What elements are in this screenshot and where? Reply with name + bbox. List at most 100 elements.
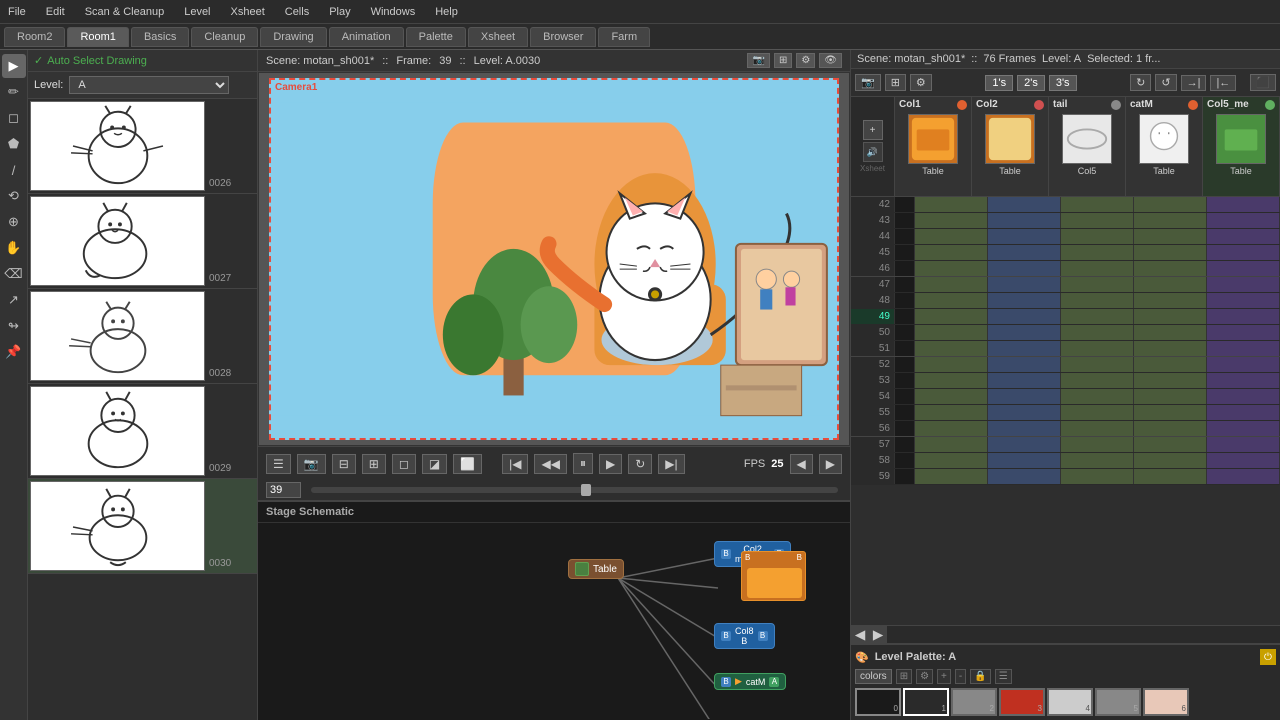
cell-col2-48[interactable] (988, 293, 1061, 308)
cell-col5me-44[interactable] (1207, 229, 1280, 244)
cell-col2-50[interactable] (988, 325, 1061, 340)
cell-col1-42[interactable] (915, 197, 988, 212)
xsheet-nav-next[interactable]: →| (1181, 75, 1207, 91)
pause-btn[interactable]: ⏸ (573, 453, 593, 474)
cell-col5me-48[interactable] (1207, 293, 1280, 308)
cell-col2-59[interactable] (988, 469, 1061, 484)
tab-palette[interactable]: Palette (406, 27, 466, 47)
cell-catm-52[interactable] (1134, 357, 1207, 372)
cell-catm-50[interactable] (1134, 325, 1207, 340)
cell-catm-53[interactable] (1134, 373, 1207, 388)
lightbox-btn[interactable]: ◪ (422, 454, 447, 474)
cell-catm-44[interactable] (1134, 229, 1207, 244)
add-col-btn[interactable]: + (863, 120, 883, 140)
cell-tail-47[interactable] (1061, 277, 1134, 292)
cell-col1-57[interactable] (915, 437, 988, 452)
menu-cells[interactable]: Cells (281, 4, 313, 20)
tab-browser[interactable]: Browser (530, 27, 596, 47)
catm-dot[interactable] (1188, 100, 1198, 110)
cell-tail-58[interactable] (1061, 453, 1134, 468)
cell-tail-56[interactable] (1061, 421, 1134, 436)
menu-play[interactable]: Play (325, 4, 354, 20)
cell-col2-49[interactable] (988, 309, 1061, 324)
eye-icon-btn[interactable]: 👁 (819, 53, 842, 68)
thumbnail-item-0026[interactable]: 0026 (28, 99, 257, 194)
cell-col5me-47[interactable] (1207, 277, 1280, 292)
cell-col5me-51[interactable] (1207, 341, 1280, 356)
cell-col2-47[interactable] (988, 277, 1061, 292)
cell-tail-42[interactable] (1061, 197, 1134, 212)
cell-col1-58[interactable] (915, 453, 988, 468)
thumbnail-item-0030[interactable]: 0030 (28, 479, 257, 574)
palette-add-btn[interactable]: + (937, 669, 951, 684)
cell-col5me-45[interactable] (1207, 245, 1280, 260)
cell-col1-54[interactable] (915, 389, 988, 404)
cell-col1-52[interactable] (915, 357, 988, 372)
col2-thumbnail[interactable] (985, 114, 1035, 164)
cell-col2-52[interactable] (988, 357, 1061, 372)
grid-view-btn[interactable]: ⊞ (362, 454, 386, 474)
rate-3s[interactable]: 3's (1049, 75, 1077, 91)
cell-col1-43[interactable] (915, 213, 988, 228)
cell-catm-48[interactable] (1134, 293, 1207, 308)
transform-tool[interactable]: ⟲ (2, 184, 26, 208)
cell-col2-53[interactable] (988, 373, 1061, 388)
xsheet-nav-rewind[interactable]: ↺ (1155, 74, 1176, 91)
step-back-btn[interactable]: ◀◀ (534, 454, 566, 474)
camera-icon-btn[interactable]: 📷 (747, 53, 769, 68)
cell-col5me-56[interactable] (1207, 421, 1280, 436)
cell-tail-50[interactable] (1061, 325, 1134, 340)
cell-col5me-46[interactable] (1207, 261, 1280, 276)
bender-tool[interactable]: ↬ (2, 314, 26, 338)
tab-animation[interactable]: Animation (329, 27, 404, 47)
snapshot-btn[interactable]: 📷 (297, 454, 326, 474)
zoom-tool[interactable]: ⊕ (2, 210, 26, 234)
cell-catm-51[interactable] (1134, 341, 1207, 356)
rate-2s[interactable]: 2's (1017, 75, 1045, 91)
xsheet-grid[interactable]: 42 43 44 (851, 197, 1280, 625)
xsheet-icon-grid[interactable]: ⊞ (885, 74, 906, 91)
cell-col2-46[interactable] (988, 261, 1061, 276)
cell-col1-56[interactable] (915, 421, 988, 436)
cell-col5me-49[interactable] (1207, 309, 1280, 324)
menu-level[interactable]: Level (180, 4, 214, 20)
prev-frame-btn[interactable]: ◀ (790, 454, 813, 474)
cell-col2-42[interactable] (988, 197, 1061, 212)
rewind-btn[interactable]: |◀ (502, 454, 528, 474)
thumbnail-item-0027[interactable]: 0027 (28, 194, 257, 289)
cell-tail-45[interactable] (1061, 245, 1134, 260)
play-btn[interactable]: ▶ (599, 454, 622, 474)
cell-col1-45[interactable] (915, 245, 988, 260)
cell-tail-55[interactable] (1061, 405, 1134, 420)
tail-dot[interactable] (1111, 100, 1121, 110)
palette-lock-btn[interactable]: 🔒 (970, 669, 990, 684)
onion-skin-btn[interactable]: ◻ (392, 454, 416, 474)
frame-input[interactable] (266, 482, 301, 498)
stage-node-table[interactable]: Table (568, 559, 624, 579)
cell-catm-43[interactable] (1134, 213, 1207, 228)
cell-tail-49[interactable] (1061, 309, 1134, 324)
cell-tail-43[interactable] (1061, 213, 1134, 228)
step-fwd-btn[interactable]: ▶| (658, 454, 684, 474)
cell-tail-57[interactable] (1061, 437, 1134, 452)
cell-col5me-59[interactable] (1207, 469, 1280, 484)
palette-delete-btn[interactable]: - (955, 669, 966, 684)
xsheet-icon-settings[interactable]: ⚙ (910, 74, 932, 91)
menu-edit[interactable]: Edit (42, 4, 69, 20)
xsheet-collapse-btn[interactable]: ⬛ (1250, 74, 1276, 91)
cell-col1-59[interactable] (915, 469, 988, 484)
palette-color-0[interactable]: 0 (855, 688, 901, 716)
stage-node-col8[interactable]: B Col8 B B (714, 623, 775, 649)
cell-catm-49[interactable] (1134, 309, 1207, 324)
settings-icon-btn[interactable]: ⚙ (796, 53, 815, 68)
tail-thumbnail[interactable] (1062, 114, 1112, 164)
cell-col5me-57[interactable] (1207, 437, 1280, 452)
cell-col1-46[interactable] (915, 261, 988, 276)
cell-col1-51[interactable] (915, 341, 988, 356)
loop-btn[interactable]: ↻ (628, 454, 652, 474)
canvas-area[interactable]: Camera1 (258, 72, 850, 446)
compare-btn[interactable]: ⊟ (332, 454, 356, 474)
cell-catm-58[interactable] (1134, 453, 1207, 468)
xsheet-nav-prev[interactable]: |← (1210, 75, 1236, 91)
cell-catm-45[interactable] (1134, 245, 1207, 260)
